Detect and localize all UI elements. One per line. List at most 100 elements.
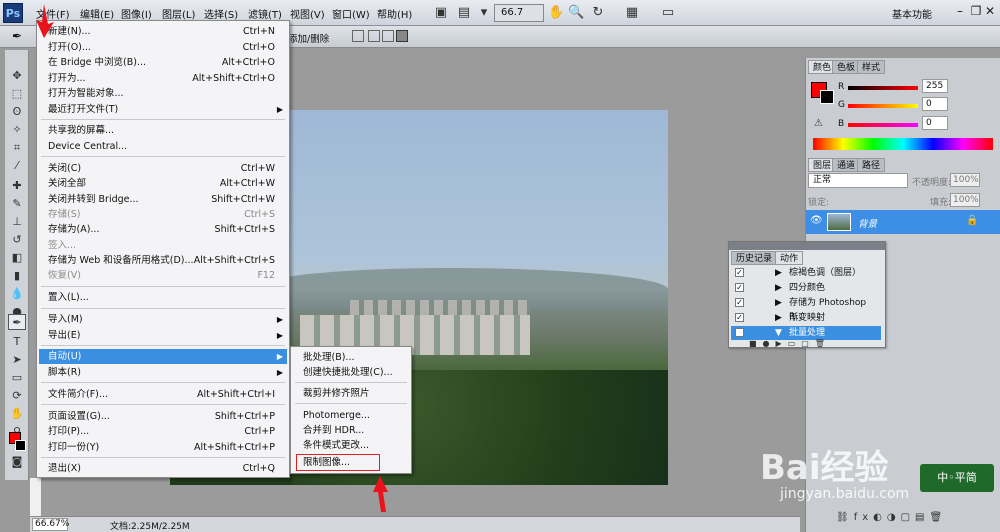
blur-tool-icon[interactable]: 💧 <box>8 286 26 302</box>
b-slider[interactable] <box>848 123 918 127</box>
clone-stamp-icon[interactable]: ⊥ <box>8 214 26 230</box>
quick-mask-icon[interactable]: ◙ <box>8 454 26 470</box>
submenu-item-conditional-mode[interactable]: 条件模式更改... <box>293 438 409 453</box>
shape-tool-icon[interactable]: ▭ <box>8 370 26 386</box>
menu-item-print-one-copy[interactable]: 打印一份(Y) Alt+Shift+Ctrl+P <box>39 440 287 455</box>
check-icon[interactable]: ✓ <box>735 298 744 307</box>
document-size-status[interactable]: 文档:2.25M/2.25M <box>110 519 190 532</box>
menu-item-check-in[interactable]: 签入... <box>39 238 287 253</box>
gradient-tool-icon[interactable]: ▮ <box>8 268 26 284</box>
check-icon[interactable] <box>735 328 744 337</box>
submenu-item-batch[interactable]: 批处理(B)... <box>293 350 409 365</box>
menu-item-open[interactable]: 打开(O)... Ctrl+O <box>39 40 287 55</box>
menu-select[interactable]: 选择(S) <box>204 6 238 21</box>
minimize-icon[interactable]: – <box>952 3 968 19</box>
arrange-documents-icon[interactable]: ▦ <box>624 5 640 21</box>
menu-filter[interactable]: 滤镜(T) <box>248 6 282 21</box>
actions-controls[interactable]: ■●▶▭▢🗑 <box>749 340 879 348</box>
path-combine-icon[interactable] <box>352 30 364 42</box>
brush-tool-icon[interactable]: ✎ <box>8 196 26 212</box>
eraser-icon[interactable]: ◧ <box>8 250 26 266</box>
menu-item-import[interactable]: 导入(M) ▶ <box>39 312 287 327</box>
path-intersect-icon[interactable] <box>382 30 394 42</box>
pen-tool-icon[interactable]: ✒ <box>12 29 22 43</box>
action-row-selected[interactable]: ▼ 批量处理 <box>731 326 881 340</box>
check-icon[interactable]: ✓ <box>735 268 744 277</box>
menu-item-exit[interactable]: 退出(X) Ctrl+Q <box>39 461 287 476</box>
hand-icon[interactable]: ✋ <box>548 5 564 21</box>
menu-item-browse-bridge[interactable]: 在 Bridge 中浏览(B)... Alt+Ctrl+O <box>39 55 287 70</box>
opacity-field[interactable]: 100% <box>950 173 980 187</box>
tab-styles[interactable]: 样式 <box>857 60 886 74</box>
action-row[interactable]: ✓ ▶ 存储为 Photoshop P... <box>731 296 881 322</box>
menu-item-close[interactable]: 关闭(C) Ctrl+W <box>39 161 287 176</box>
screen-mode-icon[interactable]: ▭ <box>660 5 676 21</box>
menu-item-recent[interactable]: 最近打开文件(T) ▶ <box>39 102 287 117</box>
menu-item-share-screen[interactable]: 共享我的屏幕... <box>39 123 287 138</box>
menu-item-open-smart-object[interactable]: 打开为智能对象... <box>39 86 287 101</box>
color-spectrum-bar[interactable] <box>813 138 993 150</box>
menu-item-revert[interactable]: 恢复(V) F12 <box>39 268 287 283</box>
pen-tool-active-icon[interactable]: ✒ <box>8 314 26 330</box>
crop-tool-icon[interactable]: ⌗ <box>8 140 26 156</box>
g-slider[interactable] <box>848 104 918 108</box>
move-tool-icon[interactable]: ✥ <box>8 68 26 84</box>
check-icon[interactable]: ✓ <box>735 283 744 292</box>
menu-item-close-all[interactable]: 关闭全部 Alt+Ctrl+W <box>39 176 287 191</box>
menu-item-open-as[interactable]: 打开为... Alt+Shift+Ctrl+O <box>39 71 287 86</box>
mini-bridge-icon[interactable]: ▤ <box>456 5 472 21</box>
3d-rotate-icon[interactable]: ⟳ <box>8 388 26 404</box>
action-collapse-icon[interactable]: ▼ <box>775 326 782 340</box>
bridge-icon[interactable]: ▣ <box>433 5 449 21</box>
action-row[interactable]: ✓ ▶ 棕褐色调（图层） <box>731 266 881 280</box>
menu-item-automate[interactable]: 自动(U) ▶ <box>39 349 287 364</box>
path-selection-icon[interactable]: ➤ <box>8 352 26 368</box>
check-icon[interactable]: ✓ <box>735 313 744 322</box>
menu-item-file-info[interactable]: 文件简介(F)... Alt+Shift+Ctrl+I <box>39 387 287 402</box>
color-panel-background[interactable] <box>820 90 834 104</box>
hand-tool-icon[interactable]: ✋ <box>8 406 26 422</box>
marquee-tool-icon[interactable]: ⬚ <box>8 86 26 102</box>
menu-window[interactable]: 窗口(W) <box>332 6 370 21</box>
tab-swatches[interactable]: 色板 <box>832 60 861 74</box>
fill-field[interactable]: 100% <box>950 193 980 207</box>
type-tool-icon[interactable]: T <box>8 334 26 350</box>
menu-item-save-for-web[interactable]: 存储为 Web 和设备所用格式(D)... Alt+Shift+Ctrl+S <box>39 253 287 268</box>
auto-add-delete-label[interactable]: 添加/删除 <box>288 31 329 45</box>
menu-item-save-as[interactable]: 存储为(A)... Shift+Ctrl+S <box>39 222 287 237</box>
eye-icon[interactable]: 👁 <box>810 215 823 226</box>
menu-image[interactable]: 图像(I) <box>121 6 152 21</box>
healing-brush-icon[interactable]: ✚ <box>8 178 26 194</box>
r-value[interactable]: 255 <box>922 79 948 93</box>
menu-item-new[interactable]: 新建(N)... Ctrl+N <box>39 24 287 39</box>
tab-channels[interactable]: 通道 <box>832 158 861 172</box>
menu-help[interactable]: 帮助(H) <box>377 6 412 21</box>
submenu-item-merge-hdr[interactable]: 合并到 HDR... <box>293 423 409 438</box>
tab-paths[interactable]: 路径 <box>857 158 886 172</box>
zoom-status-field[interactable]: 66.67% <box>32 518 69 531</box>
action-expand-icon[interactable]: ▶ <box>775 266 782 280</box>
b-value[interactable]: 0 <box>922 116 948 130</box>
action-expand-icon[interactable]: ▶ <box>775 281 782 295</box>
rotate-view-icon[interactable]: ↻ <box>590 5 606 21</box>
menu-edit[interactable]: 编辑(E) <box>80 6 114 21</box>
lasso-tool-icon[interactable]: ʘ <box>8 104 26 120</box>
blend-mode-select[interactable]: 正常 <box>808 173 908 188</box>
submenu-item-photomerge[interactable]: Photomerge... <box>293 408 409 423</box>
gamut-warning-icon[interactable]: ⚠ <box>814 118 823 129</box>
close-icon[interactable]: ✕ <box>982 3 998 19</box>
action-row[interactable]: ✓ ▶ 四分颜色 <box>731 281 881 295</box>
menu-item-scripts[interactable]: 脚本(R) ▶ <box>39 365 287 380</box>
menu-item-page-setup[interactable]: 页面设置(G)... Shift+Ctrl+P <box>39 409 287 424</box>
path-exclude-icon[interactable] <box>396 30 408 42</box>
r-slider[interactable] <box>848 86 918 90</box>
tab-actions[interactable]: 动作 <box>775 251 804 265</box>
path-subtract-icon[interactable] <box>368 30 380 42</box>
magic-wand-icon[interactable]: ✧ <box>8 122 26 138</box>
action-expand-icon[interactable]: ▶ <box>775 311 782 325</box>
menu-item-export[interactable]: 导出(E) ▶ <box>39 328 287 343</box>
menu-item-close-goto-bridge[interactable]: 关闭并转到 Bridge... Shift+Ctrl+W <box>39 192 287 207</box>
menu-item-print[interactable]: 打印(P)... Ctrl+P <box>39 424 287 439</box>
menu-item-place[interactable]: 置入(L)... <box>39 290 287 305</box>
background-color-swatch[interactable] <box>15 440 26 451</box>
